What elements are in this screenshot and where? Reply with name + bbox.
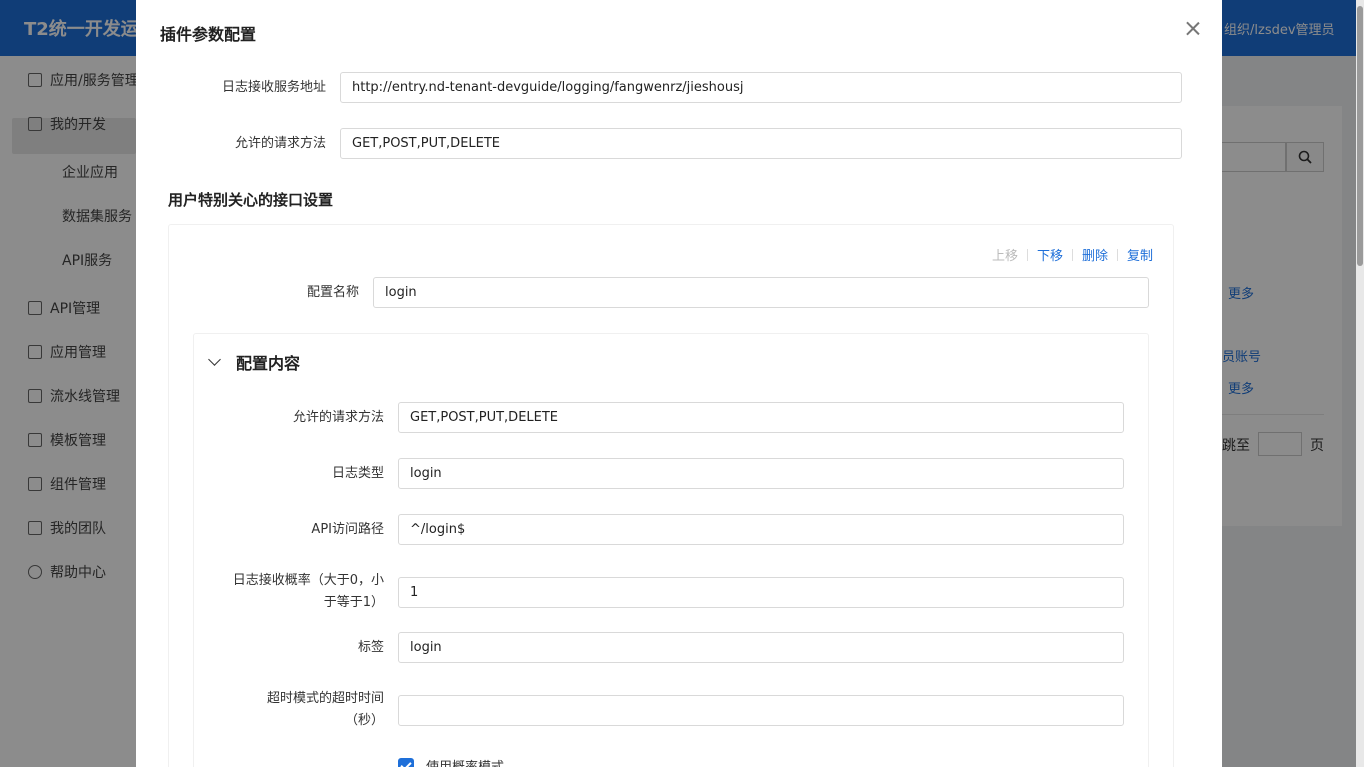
form-row-methods: 允许的请求方法 xyxy=(136,128,1182,159)
form-row-timeout: 超时模式的超时时间（秒） xyxy=(216,688,1124,732)
form-row-probability: 日志接收概率（大于0，小于等于1） xyxy=(216,570,1124,614)
tag-input[interactable] xyxy=(398,632,1124,663)
form-row-content-methods: 允许的请求方法 xyxy=(216,402,1124,433)
field-label: API访问路径 xyxy=(311,521,384,537)
field-label: 允许的请求方法 xyxy=(292,409,384,425)
move-up-button[interactable]: 上移 xyxy=(992,245,1018,264)
chevron-down-icon xyxy=(208,353,221,366)
log-service-url-input[interactable] xyxy=(340,72,1182,103)
field-label: 日志类型 xyxy=(331,465,384,481)
config-name-input[interactable] xyxy=(373,277,1149,308)
form-row-config-name: 配置名称 xyxy=(136,277,1149,308)
form-row-log-url: 日志接收服务地址 xyxy=(136,72,1182,103)
log-type-input[interactable] xyxy=(398,458,1124,489)
form-row-log-type: 日志类型 xyxy=(216,458,1124,489)
copy-button[interactable]: 复制 xyxy=(1127,245,1153,264)
probability-mode-checkbox[interactable] xyxy=(398,757,414,767)
divider xyxy=(1117,248,1119,261)
modal-title: 插件参数配置 xyxy=(160,25,257,44)
collapse-title: 配置内容 xyxy=(236,354,301,373)
item-operations: 上移 下移 删除 复制 xyxy=(992,245,1153,264)
plugin-config-modal: 插件参数配置 日志接收服务地址 允许的请求方法 用户特别关心的接口设置 上移 下… xyxy=(136,0,1222,767)
config-content-toggle[interactable]: 配置内容 xyxy=(208,350,301,374)
api-path-input[interactable] xyxy=(398,514,1124,545)
field-label: 日志接收服务地址 xyxy=(221,79,326,95)
form-row-tag: 标签 xyxy=(216,632,1124,663)
field-label: 标签 xyxy=(357,639,384,655)
timeout-input[interactable] xyxy=(398,694,1124,726)
divider xyxy=(1072,248,1074,261)
field-label: 超时模式的超时时间（秒） xyxy=(266,691,384,728)
form-row-api-path: API访问路径 xyxy=(216,514,1124,545)
scrollbar-thumb[interactable] xyxy=(1357,6,1363,266)
close-icon[interactable] xyxy=(1182,18,1204,40)
section-title: 用户特别关心的接口设置 xyxy=(168,191,334,209)
move-down-button[interactable]: 下移 xyxy=(1037,245,1063,264)
divider xyxy=(1027,248,1029,261)
content-methods-input[interactable] xyxy=(398,402,1124,433)
allowed-methods-input[interactable] xyxy=(340,128,1182,159)
probability-mode-checkbox-row[interactable]: 使用概率模式 xyxy=(398,756,504,767)
checkbox-label: 使用概率模式 xyxy=(426,756,504,767)
field-label: 日志接收概率（大于0，小于等于1） xyxy=(232,573,384,610)
field-label: 配置名称 xyxy=(306,284,359,300)
field-label: 允许的请求方法 xyxy=(234,135,326,151)
probability-input[interactable] xyxy=(398,576,1124,608)
delete-button[interactable]: 删除 xyxy=(1082,245,1108,264)
